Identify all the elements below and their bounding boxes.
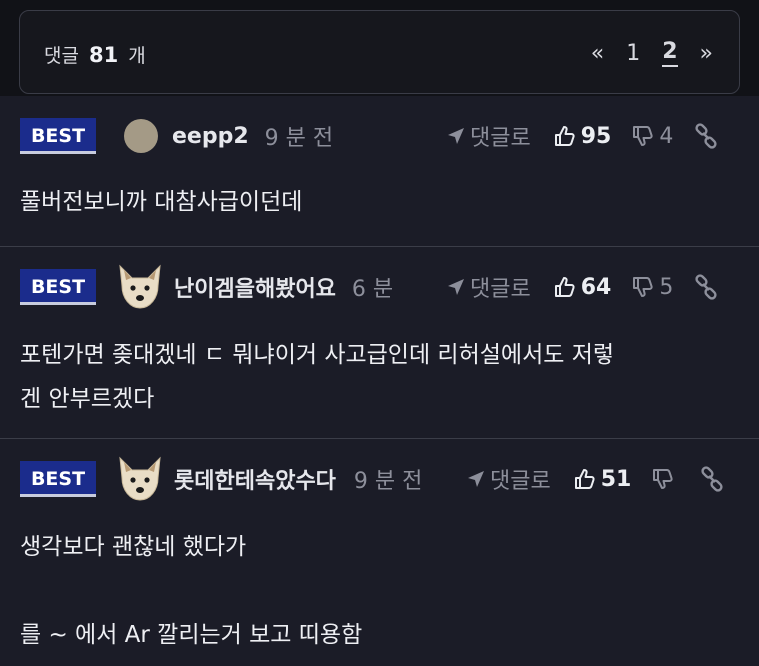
pagination-page-2-current[interactable]: 2 [662,39,678,67]
link-icon[interactable] [693,274,719,300]
thumbs-down-icon [633,126,653,146]
link-icon[interactable] [693,123,719,149]
like-count: 95 [580,123,612,149]
comment-author[interactable]: 난이겜을해봤어요 [174,271,336,303]
thumbs-up-icon [554,277,575,297]
avatar[interactable] [116,264,164,310]
reply-button[interactable]: 댓글로 [466,463,551,495]
dislike-button[interactable] [651,467,679,491]
link-icon[interactable] [699,466,725,492]
comment-count-number: 81 [89,43,119,67]
avatar[interactable] [124,119,158,153]
send-arrow-icon [468,471,484,487]
comment-author[interactable]: 롯데한테속았수다 [174,463,336,495]
best-badge: BEST [20,269,96,305]
comment-actions: 댓글로 64 5 [446,267,719,307]
reply-button[interactable]: 댓글로 [446,271,531,303]
dog-face-icon [119,264,161,309]
send-arrow-icon [448,279,464,295]
like-button[interactable]: 64 [553,274,612,300]
like-count: 51 [600,466,632,492]
like-button[interactable]: 51 [573,466,632,492]
comment-body: 풀버전보니까 대참사급이던데 [20,180,739,224]
comment-line: 포텐가면 좆대겠네 ㄷ 뭐냐이거 사고급인데 리허설에서도 저렇 [20,342,615,368]
comment-line: 생각보다 괜찮네 했다가 [20,534,247,560]
comment-time: 9 분 전 [353,469,423,494]
thumbs-up-icon [574,469,595,489]
thumbs-up-icon [554,126,575,146]
reply-label: 댓글로 [470,126,531,151]
comment-count-box: 댓글 81 개 « 1 2 » [19,10,740,94]
pagination-prev-button[interactable]: « [591,41,604,66]
comment-count-prefix: 댓글 [44,45,79,67]
pagination-next-button[interactable]: » [700,41,713,66]
best-badge: BEST [20,461,96,497]
comment-time: 6 분 [351,277,394,302]
comment-item: BEST 롯데한테속았수다 9 분 전 댓글로 51 생각보다 괜찮네 했다가 … [0,439,759,666]
comment-line: 겐 안부르겠다 [20,386,155,412]
dislike-count: 5 [659,274,674,300]
comment-author[interactable]: eepp2 [172,124,249,149]
like-count: 64 [580,274,612,300]
comment-actions: 댓글로 95 4 [446,116,719,156]
comment-actions: 댓글로 51 [466,459,725,499]
comment-item: BEST eepp2 9 분 전 댓글로 95 4 풀버전보니까 대참사급이던데 [0,96,759,247]
comment-body: 포텐가면 좆대겠네 ㄷ 뭐냐이거 사고급인데 리허설에서도 저렇 겐 안부르겠다 [20,333,739,421]
thumbs-down-icon [633,277,653,297]
pagination: « 1 2 » [591,39,713,67]
like-button[interactable]: 95 [553,123,612,149]
dislike-button[interactable]: 4 [631,124,673,149]
dislike-button[interactable]: 5 [631,275,673,300]
best-badge: BEST [20,118,96,154]
comment-header-bar: 댓글 81 개 « 1 2 » [0,0,759,96]
reply-label: 댓글로 [490,469,551,494]
comment-line: 풀버전보니까 대참사급이던데 [20,189,303,215]
send-arrow-icon [448,128,464,144]
pagination-page-1[interactable]: 1 [626,41,640,66]
comment-line: 를 ~ 에서 Ar 깔리는거 보고 띠용함 [20,622,363,648]
dog-face-icon [119,456,161,501]
avatar[interactable] [116,456,164,502]
comment-body: 생각보다 괜찮네 했다가 를 ~ 에서 Ar 깔리는거 보고 띠용함 [20,525,739,657]
reply-button[interactable]: 댓글로 [446,120,531,152]
thumbs-down-icon [653,469,673,489]
dislike-count: 4 [659,123,674,149]
comment-item: BEST 난이겜을해봤어요 6 분 댓글로 64 5 포텐가면 좆대겠네 ㄷ 뭐… [0,247,759,439]
reply-label: 댓글로 [470,277,531,302]
comment-count: 댓글 81 개 [44,41,146,68]
comment-time: 9 분 전 [264,126,334,151]
comment-count-suffix: 개 [128,45,146,67]
comment-line-blank [20,569,739,613]
